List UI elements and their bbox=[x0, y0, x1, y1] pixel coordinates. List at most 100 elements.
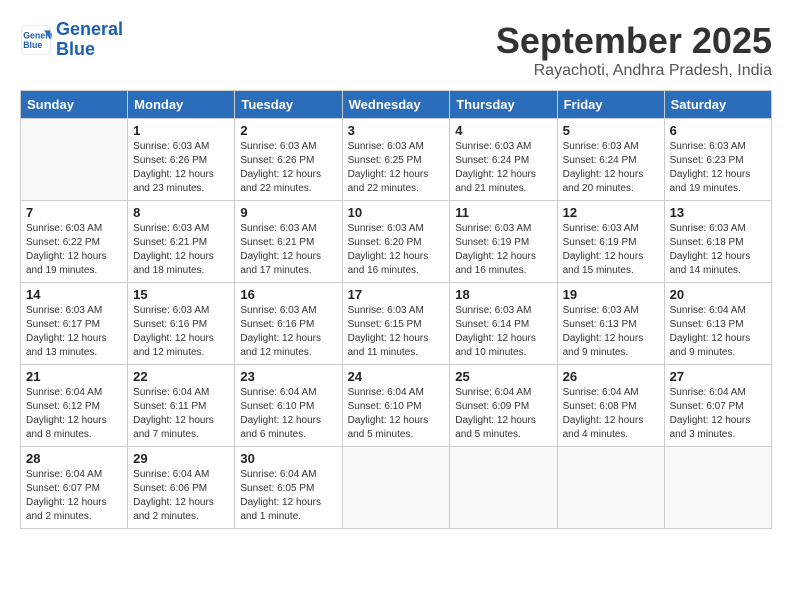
day-info: Sunrise: 6:04 AM Sunset: 6:05 PM Dayligh… bbox=[240, 468, 336, 524]
day-info: Sunrise: 6:03 AM Sunset: 6:24 PM Dayligh… bbox=[455, 140, 551, 196]
day-number: 5 bbox=[563, 123, 659, 138]
day-info: Sunrise: 6:03 AM Sunset: 6:21 PM Dayligh… bbox=[240, 222, 336, 278]
calendar-cell: 8Sunrise: 6:03 AM Sunset: 6:21 PM Daylig… bbox=[128, 201, 235, 283]
calendar-cell: 22 Sunrise: 6:04 AM Sunset: 6:11 PM Dayli… bbox=[128, 365, 235, 447]
day-info: Sunrise: 6:04 AM Sunset: 6:10 PM Dayligh… bbox=[240, 386, 336, 442]
calendar-cell: 12 Sunrise: 6:03 AM Sunset: 6:19 PM Dayli… bbox=[557, 201, 664, 283]
day-number: 11 bbox=[455, 205, 551, 220]
calendar-cell bbox=[664, 447, 771, 529]
day-info: Sunrise: 6:03 AM Sunset: 6:16 PM Dayligh… bbox=[133, 304, 229, 360]
calendar-cell: 20Sunrise: 6:04 AM Sunset: 6:13 PM Dayli… bbox=[664, 283, 771, 365]
calendar-cell bbox=[21, 119, 128, 201]
calendar-cell: 30Sunrise: 6:04 AM Sunset: 6:05 PM Dayli… bbox=[235, 447, 342, 529]
calendar-cell: 13 Sunrise: 6:03 AM Sunset: 6:18 PM Dayli… bbox=[664, 201, 771, 283]
calendar-cell: 6 Sunrise: 6:03 AM Sunset: 6:23 PM Daylig… bbox=[664, 119, 771, 201]
calendar-cell: 19 Sunrise: 6:03 AM Sunset: 6:13 PM Dayli… bbox=[557, 283, 664, 365]
calendar-cell: 18 Sunrise: 6:03 AM Sunset: 6:14 PM Dayli… bbox=[450, 283, 557, 365]
calendar-cell: 2 Sunrise: 6:03 AM Sunset: 6:26 PM Daylig… bbox=[235, 119, 342, 201]
day-number: 15 bbox=[133, 287, 229, 302]
day-info: Sunrise: 6:03 AM Sunset: 6:18 PM Dayligh… bbox=[670, 222, 766, 278]
day-number: 13 bbox=[670, 205, 766, 220]
calendar-cell: 21Sunrise: 6:04 AM Sunset: 6:12 PM Dayli… bbox=[21, 365, 128, 447]
weekday-header-sunday: Sunday bbox=[21, 91, 128, 119]
logo: General Blue General Blue bbox=[20, 20, 123, 60]
weekday-header-friday: Friday bbox=[557, 91, 664, 119]
day-number: 16 bbox=[240, 287, 336, 302]
day-number: 14 bbox=[26, 287, 122, 302]
day-number: 29 bbox=[133, 451, 229, 466]
day-number: 2 bbox=[240, 123, 336, 138]
day-info: Sunrise: 6:04 AM Sunset: 6:06 PM Dayligh… bbox=[133, 468, 229, 524]
day-info: Sunrise: 6:04 AM Sunset: 6:09 PM Dayligh… bbox=[455, 386, 551, 442]
day-number: 22 bbox=[133, 369, 229, 384]
calendar-cell bbox=[557, 447, 664, 529]
day-number: 3 bbox=[348, 123, 445, 138]
day-info: Sunrise: 6:03 AM Sunset: 6:22 PM Dayligh… bbox=[26, 222, 122, 278]
day-info: Sunrise: 6:03 AM Sunset: 6:26 PM Dayligh… bbox=[133, 140, 229, 196]
calendar-cell: 14 Sunrise: 6:03 AM Sunset: 6:17 PM Dayli… bbox=[21, 283, 128, 365]
day-info: Sunrise: 6:04 AM Sunset: 6:07 PM Dayligh… bbox=[670, 386, 766, 442]
calendar-cell: 24 Sunrise: 6:04 AM Sunset: 6:10 PM Dayli… bbox=[342, 365, 450, 447]
day-info: Sunrise: 6:03 AM Sunset: 6:15 PM Dayligh… bbox=[348, 304, 445, 360]
location-title: Rayachoti, Andhra Pradesh, India bbox=[496, 62, 772, 80]
calendar-cell: 27 Sunrise: 6:04 AM Sunset: 6:07 PM Dayli… bbox=[664, 365, 771, 447]
weekday-header-wednesday: Wednesday bbox=[342, 91, 450, 119]
day-number: 12 bbox=[563, 205, 659, 220]
day-number: 6 bbox=[670, 123, 766, 138]
calendar-week-5: 28 Sunrise: 6:04 AM Sunset: 6:07 PM Dayli… bbox=[21, 447, 772, 529]
day-number: 25 bbox=[455, 369, 551, 384]
day-number: 28 bbox=[26, 451, 122, 466]
calendar-cell: 5 Sunrise: 6:03 AM Sunset: 6:24 PM Daylig… bbox=[557, 119, 664, 201]
day-info: Sunrise: 6:03 AM Sunset: 6:14 PM Dayligh… bbox=[455, 304, 551, 360]
day-info: Sunrise: 6:03 AM Sunset: 6:21 PM Dayligh… bbox=[133, 222, 229, 278]
calendar-week-4: 21Sunrise: 6:04 AM Sunset: 6:12 PM Dayli… bbox=[21, 365, 772, 447]
calendar-header: SundayMondayTuesdayWednesdayThursdayFrid… bbox=[21, 91, 772, 119]
day-number: 9 bbox=[240, 205, 336, 220]
calendar-cell: 7 Sunrise: 6:03 AM Sunset: 6:22 PM Daylig… bbox=[21, 201, 128, 283]
day-number: 10 bbox=[348, 205, 445, 220]
day-info: Sunrise: 6:04 AM Sunset: 6:10 PM Dayligh… bbox=[348, 386, 445, 442]
day-number: 1 bbox=[133, 123, 229, 138]
day-info: Sunrise: 6:03 AM Sunset: 6:24 PM Dayligh… bbox=[563, 140, 659, 196]
day-info: Sunrise: 6:03 AM Sunset: 6:19 PM Dayligh… bbox=[563, 222, 659, 278]
day-info: Sunrise: 6:03 AM Sunset: 6:26 PM Dayligh… bbox=[240, 140, 336, 196]
calendar-cell bbox=[342, 447, 450, 529]
calendar-cell: 3 Sunrise: 6:03 AM Sunset: 6:25 PM Daylig… bbox=[342, 119, 450, 201]
day-number: 4 bbox=[455, 123, 551, 138]
day-info: Sunrise: 6:03 AM Sunset: 6:13 PM Dayligh… bbox=[563, 304, 659, 360]
calendar-cell: 16Sunrise: 6:03 AM Sunset: 6:16 PM Dayli… bbox=[235, 283, 342, 365]
day-info: Sunrise: 6:04 AM Sunset: 6:07 PM Dayligh… bbox=[26, 468, 122, 524]
calendar-cell: 15 Sunrise: 6:03 AM Sunset: 6:16 PM Dayli… bbox=[128, 283, 235, 365]
day-info: Sunrise: 6:03 AM Sunset: 6:20 PM Dayligh… bbox=[348, 222, 445, 278]
title-area: September 2025 Rayachoti, Andhra Pradesh… bbox=[496, 20, 772, 80]
day-number: 24 bbox=[348, 369, 445, 384]
day-info: Sunrise: 6:04 AM Sunset: 6:12 PM Dayligh… bbox=[26, 386, 122, 442]
calendar-cell: 26 Sunrise: 6:04 AM Sunset: 6:08 PM Dayli… bbox=[557, 365, 664, 447]
logo-text: General Blue bbox=[56, 20, 123, 60]
calendar-cell: 23 Sunrise: 6:04 AM Sunset: 6:10 PM Dayli… bbox=[235, 365, 342, 447]
day-number: 18 bbox=[455, 287, 551, 302]
weekday-header-monday: Monday bbox=[128, 91, 235, 119]
day-info: Sunrise: 6:03 AM Sunset: 6:25 PM Dayligh… bbox=[348, 140, 445, 196]
day-info: Sunrise: 6:04 AM Sunset: 6:11 PM Dayligh… bbox=[133, 386, 229, 442]
day-number: 27 bbox=[670, 369, 766, 384]
day-number: 26 bbox=[563, 369, 659, 384]
day-number: 17 bbox=[348, 287, 445, 302]
calendar-week-3: 14 Sunrise: 6:03 AM Sunset: 6:17 PM Dayli… bbox=[21, 283, 772, 365]
day-info: Sunrise: 6:04 AM Sunset: 6:13 PM Dayligh… bbox=[670, 304, 766, 360]
calendar-cell: 1 Sunrise: 6:03 AM Sunset: 6:26 PM Daylig… bbox=[128, 119, 235, 201]
weekday-header-row: SundayMondayTuesdayWednesdayThursdayFrid… bbox=[21, 91, 772, 119]
day-number: 19 bbox=[563, 287, 659, 302]
weekday-header-saturday: Saturday bbox=[664, 91, 771, 119]
calendar-cell: 17 Sunrise: 6:03 AM Sunset: 6:15 PM Dayli… bbox=[342, 283, 450, 365]
header-area: General Blue General Blue September 2025… bbox=[20, 20, 772, 80]
day-number: 23 bbox=[240, 369, 336, 384]
calendar-cell bbox=[450, 447, 557, 529]
day-info: Sunrise: 6:03 AM Sunset: 6:23 PM Dayligh… bbox=[670, 140, 766, 196]
calendar-week-1: 1 Sunrise: 6:03 AM Sunset: 6:26 PM Daylig… bbox=[21, 119, 772, 201]
calendar-cell: 29 Sunrise: 6:04 AM Sunset: 6:06 PM Dayli… bbox=[128, 447, 235, 529]
day-number: 7 bbox=[26, 205, 122, 220]
day-info: Sunrise: 6:03 AM Sunset: 6:17 PM Dayligh… bbox=[26, 304, 122, 360]
day-info: Sunrise: 6:04 AM Sunset: 6:08 PM Dayligh… bbox=[563, 386, 659, 442]
svg-text:Blue: Blue bbox=[23, 40, 42, 50]
